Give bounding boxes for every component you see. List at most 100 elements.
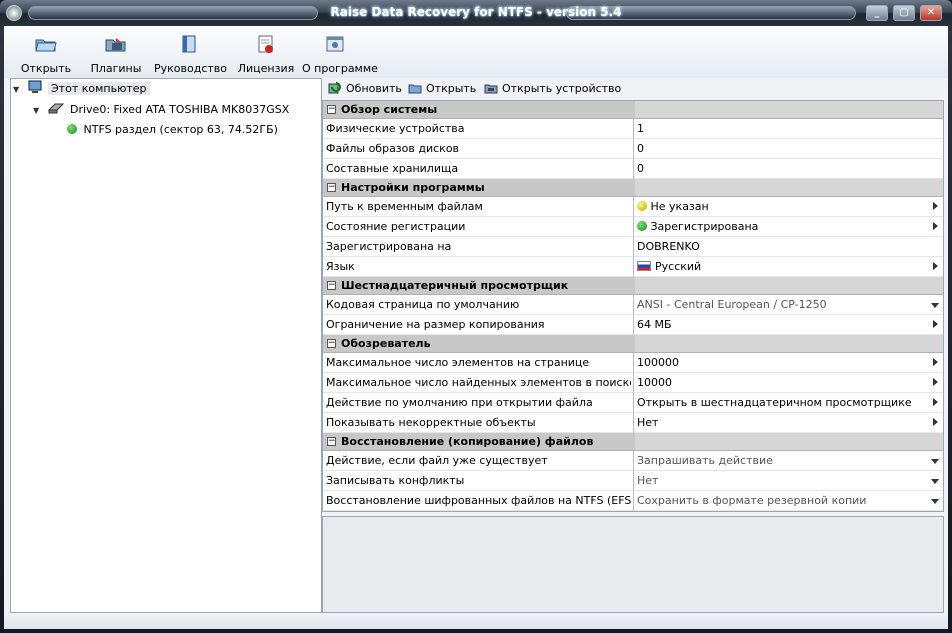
collapse-minus-icon[interactable]: − <box>327 281 336 290</box>
column-divider <box>633 139 634 159</box>
expand-arrow-icon[interactable] <box>933 320 938 328</box>
collapse-caret-icon[interactable]: ▼ <box>13 81 23 99</box>
close-button[interactable]: ✕ <box>920 5 942 21</box>
green-status-icon <box>637 221 647 231</box>
expand-arrow-icon[interactable] <box>933 378 938 386</box>
column-divider <box>633 413 634 433</box>
category-value-band <box>635 179 943 196</box>
collapse-minus-icon[interactable]: − <box>327 437 336 446</box>
property-row[interactable]: Максимальное число элементов на странице… <box>323 353 943 373</box>
main-toolbar: Открыть Плагины Руководство Лицензия О п… <box>4 26 948 78</box>
category-program-settings[interactable]: − Настройки программы <box>323 179 943 197</box>
category-title: Восстановление (копирование) файлов <box>341 435 594 448</box>
title-bar[interactable]: Raise Data Recovery for NTFS - version 5… <box>0 0 952 26</box>
toolbar-plugins-button[interactable]: Плагины <box>88 32 144 76</box>
category-title: Настройки программы <box>341 181 485 194</box>
property-row[interactable]: Записывать конфликты Нет <box>323 471 943 491</box>
category-browser[interactable]: − Обозреватель <box>323 335 943 353</box>
dropdown-arrow-icon[interactable] <box>931 303 939 308</box>
toolbar-manual-button[interactable]: Руководство <box>154 32 227 76</box>
expand-arrow-icon[interactable] <box>933 262 938 270</box>
open-button[interactable]: Открыть <box>408 81 476 97</box>
property-value: Сохранить в формате резервной копии <box>637 494 867 507</box>
property-name: Язык <box>326 260 355 273</box>
property-row[interactable]: Действие, если файл уже существует Запра… <box>323 451 943 471</box>
category-system-overview[interactable]: − Обзор системы <box>323 101 943 119</box>
toolbar-license-label: Лицензия <box>237 62 295 75</box>
manual-icon <box>177 34 201 54</box>
category-hex-viewer[interactable]: − Шестнадцатеричный просмотрщик <box>323 277 943 295</box>
collapse-caret-icon[interactable]: ▼ <box>33 102 43 120</box>
property-name: Действие по умолчанию при открытии файла <box>326 396 593 409</box>
toolbar-about-button[interactable]: О программе <box>302 32 378 76</box>
column-divider <box>633 217 634 237</box>
toolbar-open-button[interactable]: Открыть <box>16 32 76 76</box>
dropdown-arrow-icon[interactable] <box>931 479 939 484</box>
property-row[interactable]: Зарегистрирована на DOBRENKO <box>323 237 943 257</box>
property-name: Зарегистрирована на <box>326 240 452 253</box>
expand-arrow-icon[interactable] <box>933 222 938 230</box>
property-value: Зарегистрирована <box>650 220 759 233</box>
tree-label: NTFS раздел (сектор 63, 74.52ГБ) <box>83 123 278 136</box>
folder-open-icon <box>408 82 422 94</box>
category-file-recovery[interactable]: − Восстановление (копирование) файлов <box>323 433 943 451</box>
dropdown-arrow-icon[interactable] <box>931 459 939 464</box>
property-row[interactable]: Файлы образов дисков 0 <box>323 139 943 159</box>
expand-arrow-icon[interactable] <box>933 398 938 406</box>
property-name: Ограничение на размер копирования <box>326 318 545 331</box>
property-row[interactable]: Показывать некорректные объекты Нет <box>323 413 943 433</box>
open-device-button[interactable]: Открыть устройство <box>484 81 621 97</box>
collapse-minus-icon[interactable]: − <box>327 339 336 348</box>
hard-drive-icon <box>47 101 67 121</box>
collapse-minus-icon[interactable]: − <box>327 183 336 192</box>
open-device-label: Открыть устройство <box>502 82 622 95</box>
minimize-button[interactable]: _ <box>866 5 888 21</box>
refresh-icon <box>328 82 342 94</box>
expand-arrow-icon[interactable] <box>933 202 938 210</box>
property-value: 0 <box>637 162 644 175</box>
category-title: Обозреватель <box>341 337 431 350</box>
computer-icon <box>27 80 45 100</box>
property-row[interactable]: Ограничение на размер копирования 64 МБ <box>323 315 943 335</box>
property-name: Записывать конфликты <box>326 474 465 487</box>
property-name: Файлы образов дисков <box>326 142 460 155</box>
column-divider <box>633 451 634 471</box>
dropdown-arrow-icon[interactable] <box>931 499 939 504</box>
property-row[interactable]: Путь к временным файлам Не указан <box>323 197 943 217</box>
license-icon <box>254 34 278 54</box>
toolbar-open-label: Открыть <box>20 62 72 75</box>
expand-arrow-icon[interactable] <box>933 418 938 426</box>
property-name: Кодовая страница по умолчанию <box>326 298 520 311</box>
plugins-icon <box>104 34 128 54</box>
toolbar-license-button[interactable]: Лицензия <box>236 32 296 76</box>
property-row[interactable]: Состояние регистрации Зарегистрирована <box>323 217 943 237</box>
yellow-status-icon <box>637 201 647 211</box>
tree-item-ntfs-partition[interactable]: NTFS раздел (сектор 63, 74.52ГБ) <box>67 121 278 139</box>
property-name: Действие, если файл уже существует <box>326 454 548 467</box>
column-divider <box>633 295 634 315</box>
device-tree[interactable]: ▼ Этот компьютер ▼ Drive0: Fixed ATA TOS… <box>10 78 322 613</box>
expand-arrow-icon[interactable] <box>933 358 938 366</box>
maximize-button[interactable]: ▢ <box>893 5 915 21</box>
property-row[interactable]: Максимальное число найденных элементов в… <box>323 373 943 393</box>
column-divider <box>633 373 634 393</box>
refresh-button[interactable]: Обновить <box>328 81 402 97</box>
column-divider <box>633 353 634 373</box>
app-window: Raise Data Recovery for NTFS - version 5… <box>0 0 952 633</box>
property-row[interactable]: Восстановление шифрованных файлов на NTF… <box>323 491 943 511</box>
property-row[interactable]: Кодовая страница по умолчанию ANSI - Cen… <box>323 295 943 315</box>
property-grid[interactable]: − Обзор системы Физические устройства 1 … <box>322 100 944 512</box>
tree-item-drive0[interactable]: ▼ Drive0: Fixed ATA TOSHIBA MK8037GSX <box>33 101 289 119</box>
collapse-minus-icon[interactable]: − <box>327 105 336 114</box>
property-name: Состояние регистрации <box>326 220 466 233</box>
property-row[interactable]: Язык Русский <box>323 257 943 277</box>
column-divider <box>633 119 634 139</box>
property-row[interactable]: Действие по умолчанию при открытии файла… <box>323 393 943 413</box>
property-row[interactable]: Составные хранилища 0 <box>323 159 943 179</box>
client-area: Открыть Плагины Руководство Лицензия О п… <box>4 26 948 629</box>
property-name: Максимальное число элементов на странице <box>326 356 590 369</box>
tree-item-this-computer[interactable]: ▼ Этот компьютер <box>13 80 150 98</box>
property-value: Нет <box>637 416 659 429</box>
category-value-band <box>635 277 943 294</box>
property-row[interactable]: Физические устройства 1 <box>323 119 943 139</box>
